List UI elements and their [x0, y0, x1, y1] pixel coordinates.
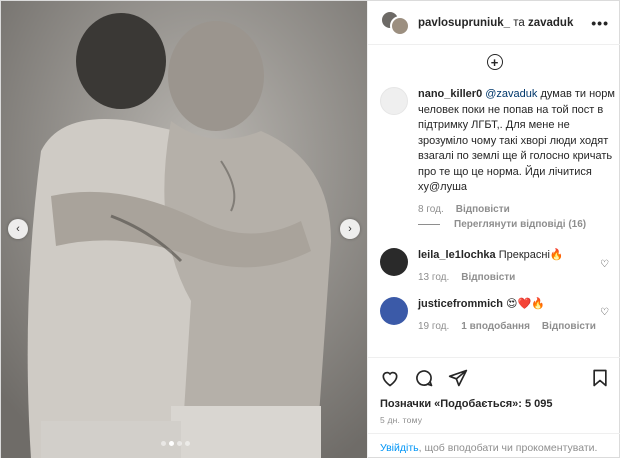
- heart-icon[interactable]: [380, 368, 400, 388]
- and-text: та: [510, 16, 528, 29]
- action-bar: [368, 357, 620, 397]
- comment-age: 8 год.: [418, 203, 444, 215]
- share-icon[interactable]: [448, 368, 468, 388]
- carousel-dots: [161, 441, 190, 446]
- comment-text: Прекрасні🔥: [495, 249, 564, 261]
- reply-button[interactable]: Відповісти: [542, 319, 596, 335]
- avatar[interactable]: [390, 15, 410, 36]
- add-circle-icon[interactable]: +: [486, 54, 503, 70]
- carousel-dot: [185, 441, 190, 446]
- comment-mention[interactable]: @zavaduk: [485, 88, 537, 100]
- comment-text: 😍❤️🔥: [502, 298, 545, 310]
- replies-divider: [418, 224, 440, 225]
- comment-body: leila_le1lochka Прекрасні🔥 13 год. Відпо…: [418, 248, 564, 285]
- comment-username[interactable]: nano_killer0: [418, 88, 482, 100]
- login-prompt-text: , щоб вподобати чи прокоментувати.: [418, 442, 598, 454]
- post-header: pavlosupruniuk_ та zavaduk •••: [368, 1, 620, 45]
- reply-button[interactable]: Відповісти: [461, 270, 515, 286]
- comment: leila_le1lochka Прекрасні🔥 13 год. Відпо…: [380, 248, 616, 285]
- login-link[interactable]: Увійдіть: [380, 442, 419, 454]
- comment-meta: 19 год. 1 вподобання Відповісти: [418, 319, 596, 335]
- previous-photo-button[interactable]: ‹: [8, 219, 28, 239]
- post-authors: pavlosupruniuk_ та zavaduk: [418, 17, 573, 29]
- comment: nano_killer0 @zavaduk думав ти норм чело…: [380, 87, 616, 217]
- comment-meta: 8 год. Відповісти: [418, 202, 616, 218]
- carousel-dot: [161, 441, 166, 446]
- login-prompt: Увійдіть, щоб вподобати чи прокоментуват…: [368, 433, 620, 458]
- comment: justicefrommich 😍❤️🔥 19 год. 1 вподобанн…: [380, 297, 616, 334]
- post-details-panel: pavlosupruniuk_ та zavaduk ••• + nano_ki…: [367, 1, 620, 458]
- comment-meta: 13 год. Відповісти: [418, 270, 564, 286]
- collab-username[interactable]: zavaduk: [528, 17, 573, 29]
- like-comment-icon[interactable]: ♡: [600, 259, 609, 270]
- comment-username[interactable]: justicefrommich: [418, 298, 503, 310]
- more-options-icon[interactable]: •••: [591, 15, 609, 31]
- owner-username[interactable]: pavlosupruniuk_: [418, 17, 510, 29]
- carousel-dot-active: [169, 441, 174, 446]
- post-photo: ‹ ›: [1, 1, 367, 458]
- comment-age: 19 год.: [418, 320, 450, 332]
- view-replies-label: Переглянути відповіді (16): [454, 219, 587, 230]
- comment-age: 13 год.: [418, 271, 450, 283]
- reply-button[interactable]: Відповісти: [456, 202, 510, 218]
- photo-image: [1, 1, 367, 458]
- avatar[interactable]: [380, 248, 408, 276]
- post-modal: ‹ › pavlosupruniuk_ та zavaduk ••• + nan…: [0, 0, 620, 458]
- post-time: 5 дн. тому: [380, 415, 423, 425]
- comment-body: nano_killer0 @zavaduk думав ти норм чело…: [418, 87, 616, 217]
- comment-username[interactable]: leila_le1lochka: [418, 249, 496, 261]
- bookmark-icon[interactable]: [590, 368, 610, 388]
- comment-text: думав ти норм человек поки не попав на т…: [418, 88, 615, 193]
- add-row: +: [368, 45, 620, 79]
- next-photo-button[interactable]: ›: [340, 219, 360, 239]
- comment-likes[interactable]: 1 вподобання: [461, 319, 530, 335]
- like-comment-icon[interactable]: ♡: [600, 307, 609, 318]
- avatar[interactable]: [380, 297, 408, 325]
- comment-icon[interactable]: [414, 368, 434, 388]
- carousel-dot: [177, 441, 182, 446]
- comment-body: justicefrommich 😍❤️🔥 19 год. 1 вподобанн…: [418, 297, 596, 334]
- view-replies-button[interactable]: Переглянути відповіді (16): [418, 219, 586, 230]
- collab-avatars[interactable]: [380, 9, 410, 36]
- avatar[interactable]: [380, 87, 408, 115]
- likes-count[interactable]: Позначки «Подобається»: 5 095: [380, 398, 552, 410]
